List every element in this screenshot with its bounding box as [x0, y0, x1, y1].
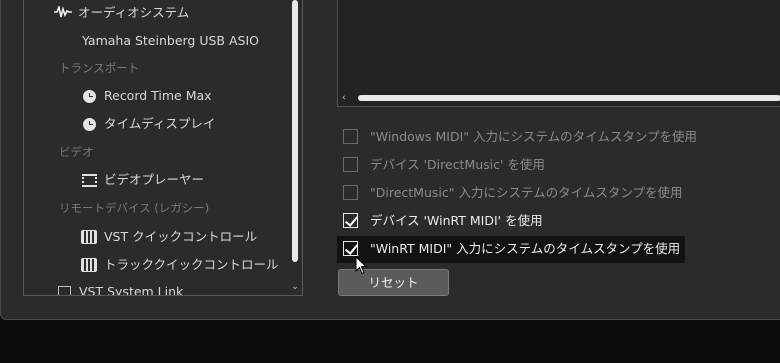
mouse-pointer-icon — [355, 255, 369, 276]
option-label: "DirectMusic" 入力にシステムのタイムスタンプを使用 — [370, 185, 683, 200]
checkbox-checked[interactable] — [343, 241, 358, 256]
option-label: デバイス 'WinRT MIDI' を使用 — [370, 213, 543, 228]
chevron-down-icon[interactable]: ⌄ — [290, 282, 300, 292]
clock-icon — [80, 85, 98, 109]
device-tree-panel: オーディオシステム Yamaha Steinberg USB ASIO トランス… — [23, 0, 303, 296]
checkbox-checked[interactable] — [343, 213, 358, 228]
tree-item-vst-system-link[interactable]: VST System Link — [55, 280, 184, 296]
clock-icon — [80, 113, 98, 137]
tree-item-label: Yamaha Steinberg USB ASIO — [82, 33, 259, 48]
tree-item-time-display[interactable]: タイムディスプレイ — [80, 112, 215, 136]
tree-item-label: タイムディスプレイ — [104, 116, 216, 131]
checkbox[interactable] — [343, 129, 358, 144]
tree-item-label: Record Time Max — [104, 88, 212, 103]
checkbox-icon — [55, 281, 73, 295]
tree-item-video-player[interactable]: ビデオプレーヤー — [80, 168, 204, 192]
option-label: "WinRT MIDI" 入力にシステムのタイムスタンプを使用 — [370, 241, 681, 256]
tree-item-yamaha-asio[interactable]: Yamaha Steinberg USB ASIO — [82, 29, 259, 53]
keyboard-icon — [80, 226, 98, 250]
tree-category-remote-devices: リモートデバイス (レガシー) — [59, 196, 209, 220]
tree-vertical-scrollbar[interactable]: ⌄ — [290, 0, 300, 294]
tree-item-label: ビデオプレーヤー — [104, 172, 205, 187]
option-use-directmusic[interactable]: デバイス 'DirectMusic' を使用 — [343, 153, 545, 177]
chevron-left-icon[interactable]: ‹ — [342, 92, 352, 104]
option-use-winrt-midi[interactable]: デバイス 'WinRT MIDI' を使用 — [343, 209, 543, 233]
device-settings-window: オーディオシステム Yamaha Steinberg USB ASIO トランス… — [0, 0, 780, 320]
tree-item-audio-system[interactable]: オーディオシステム — [54, 1, 189, 25]
keyboard-icon — [80, 254, 98, 278]
audio-waveform-icon — [54, 2, 72, 26]
list-horizontal-scrollbar[interactable]: ‹ — [338, 92, 780, 104]
option-label: デバイス 'DirectMusic' を使用 — [370, 157, 545, 172]
tree-category-label: ビデオ — [59, 145, 94, 159]
option-windows-midi-timestamp[interactable]: "Windows MIDI" 入力にシステムのタイムスタンプを使用 — [343, 125, 697, 149]
option-label: "Windows MIDI" 入力にシステムのタイムスタンプを使用 — [370, 129, 698, 144]
tree-category-label: トランスポート — [59, 61, 140, 75]
tree-item-label: VST System Link — [79, 284, 184, 296]
film-icon — [80, 169, 98, 193]
scrollbar-thumb[interactable] — [292, 0, 298, 262]
tree-category-video: ビデオ — [59, 140, 94, 164]
tree-item-vst-quick-controls[interactable]: VST クイックコントロール — [80, 225, 257, 249]
tree-item-label: トラッククイックコントロール — [104, 257, 279, 272]
checkbox[interactable] — [343, 185, 358, 200]
midi-port-list[interactable]: ‹ — [337, 0, 780, 107]
tree-item-track-quick-controls[interactable]: トラッククイックコントロール — [80, 253, 279, 277]
checkbox[interactable] — [343, 157, 358, 172]
scrollbar-thumb[interactable] — [358, 95, 780, 101]
tree-item-label: VST クイックコントロール — [104, 229, 258, 244]
tree-item-label: オーディオシステム — [78, 5, 190, 20]
tree-category-label: リモートデバイス (レガシー) — [59, 201, 210, 215]
option-winrt-midi-timestamp[interactable]: "WinRT MIDI" 入力にシステムのタイムスタンプを使用 — [343, 237, 680, 261]
option-directmusic-timestamp[interactable]: "DirectMusic" 入力にシステムのタイムスタンプを使用 — [343, 181, 682, 205]
tree-item-record-time-max[interactable]: Record Time Max — [80, 84, 212, 108]
tree-category-transport: トランスポート — [59, 56, 139, 80]
